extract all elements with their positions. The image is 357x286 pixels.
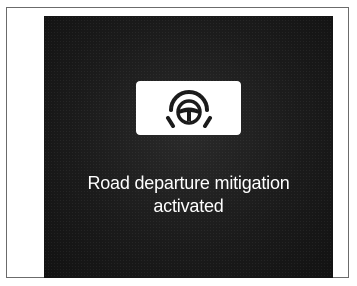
alert-message-line-1: Road departure mitigation — [87, 173, 290, 193]
alert-icon-box — [136, 81, 241, 135]
instrument-display: Road departure mitigation activated — [44, 16, 333, 278]
manual-figure-frame: Road departure mitigation activated — [6, 7, 349, 278]
road-departure-mitigation-icon — [165, 90, 212, 128]
alert-message-line-2: activated — [153, 196, 224, 216]
alert-message: Road departure mitigation activated — [44, 172, 333, 218]
